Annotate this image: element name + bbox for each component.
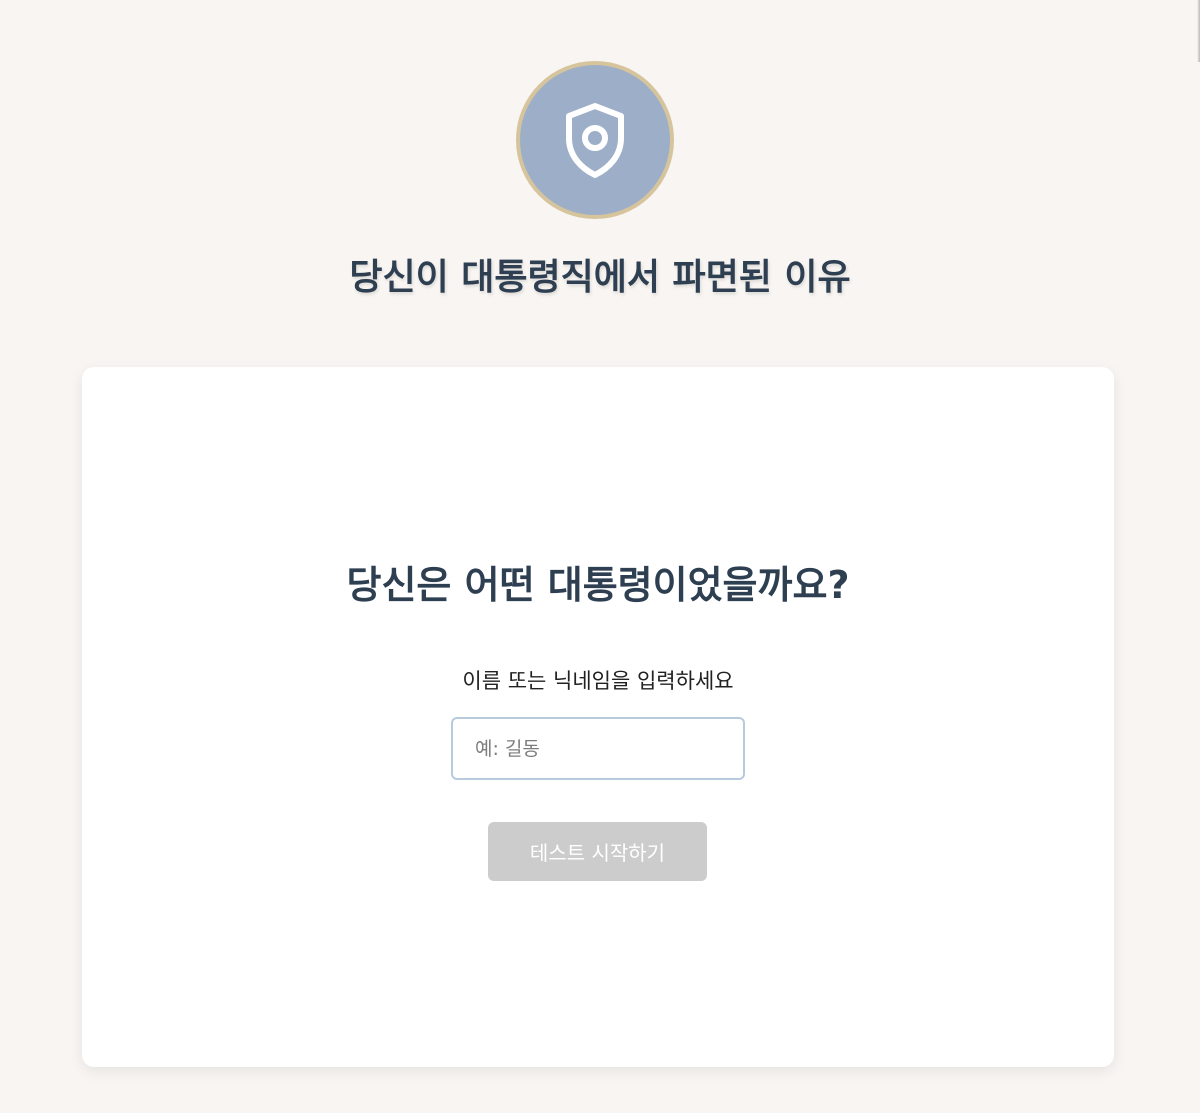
- emblem: [516, 61, 674, 219]
- name-input[interactable]: [451, 717, 745, 780]
- page-title: 당신이 대통령직에서 파면된 이유: [349, 257, 851, 298]
- shield-icon: [566, 103, 624, 178]
- question-heading: 당신은 어떤 대통령이었을까요?: [346, 563, 850, 607]
- name-prompt-label: 이름 또는 닉네임을 입력하세요: [462, 669, 734, 693]
- start-card: 당신은 어떤 대통령이었을까요? 이름 또는 닉네임을 입력하세요 테스트 시작…: [82, 367, 1114, 1067]
- start-test-button[interactable]: 테스트 시작하기: [488, 822, 707, 881]
